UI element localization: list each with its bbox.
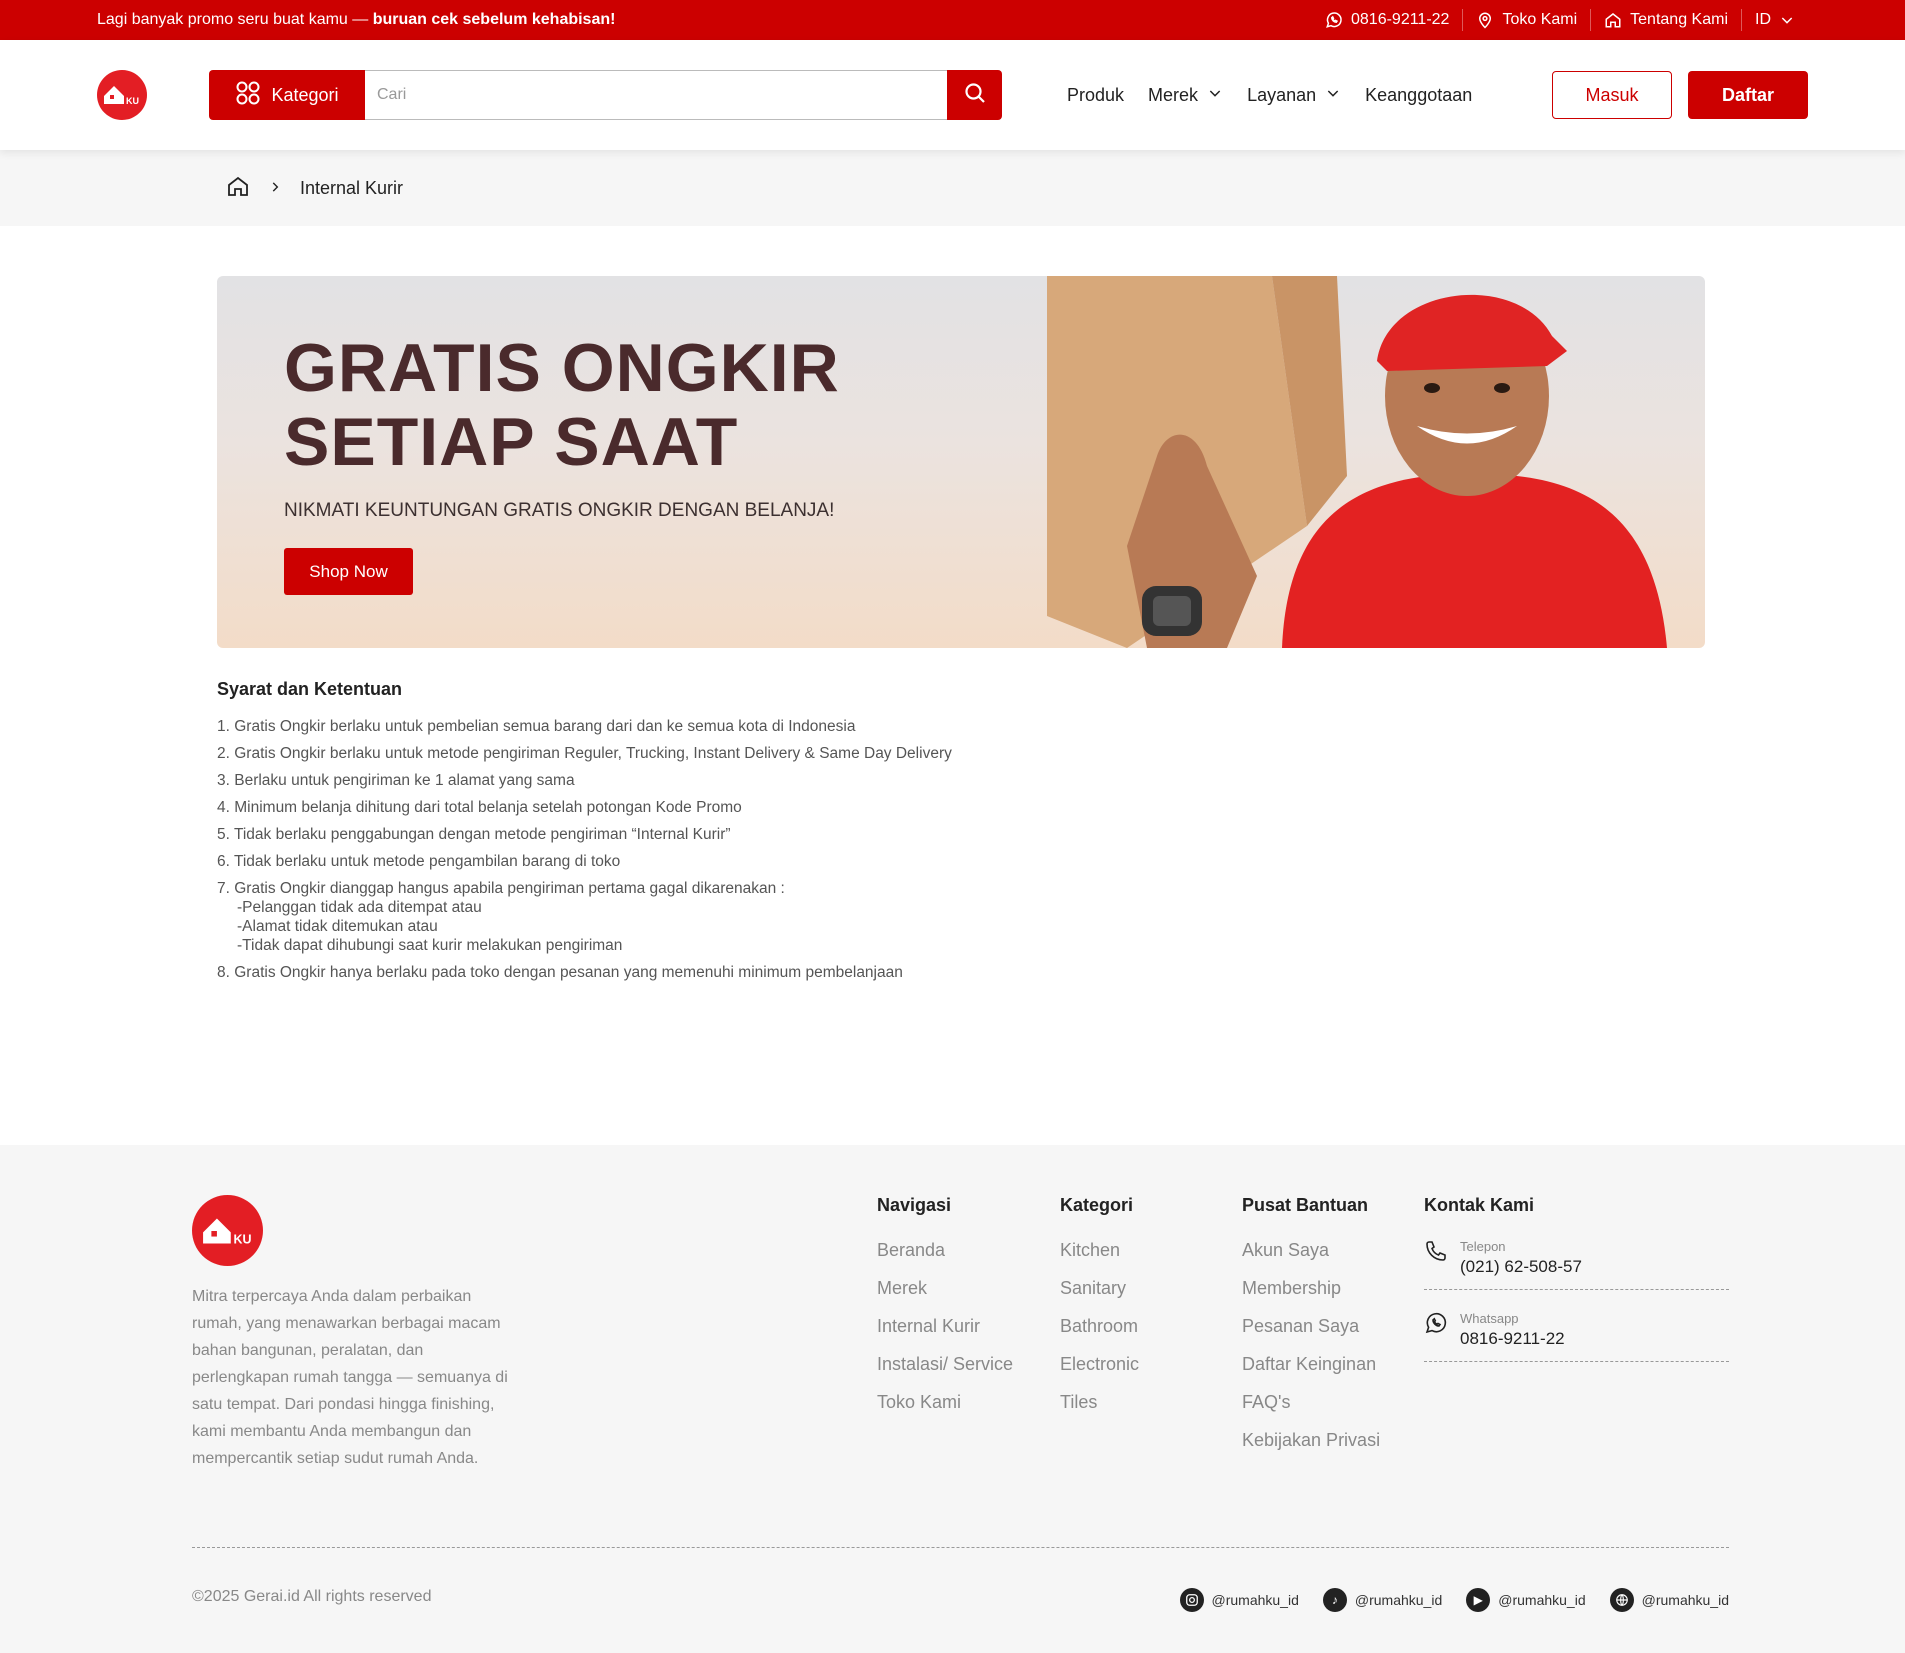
footer-link[interactable]: Beranda [877, 1239, 1013, 1261]
whatsapp-icon [1325, 11, 1343, 29]
list-item: 7. Gratis Ongkir dianggap hangus apabila… [217, 880, 1317, 955]
sub-item: -Alamat tidak ditemukan atau [237, 918, 438, 935]
breadcrumb-current: Internal Kurir [300, 177, 404, 198]
phone-link[interactable]: 0816-9211-22 [1312, 9, 1462, 31]
search-icon [963, 81, 987, 110]
home-icon [1604, 11, 1622, 29]
location-pin-icon [1476, 11, 1494, 29]
list-item: 4. Minimum belanja dihitung dari total b… [217, 799, 742, 816]
whatsapp-icon [1424, 1311, 1448, 1349]
about-link[interactable]: Tentang Kami [1590, 9, 1741, 31]
footer-nav-column: Navigasi Beranda Merek Internal Kurir In… [877, 1195, 1014, 1413]
social-links: @rumahku_id ♪ @rumahku_id ▶ @rumahku_id @r… [1179, 1588, 1729, 1612]
chevron-right-icon [268, 178, 282, 199]
social-instagram[interactable]: @rumahku_id [1179, 1588, 1299, 1612]
social-website[interactable]: @rumahku_id [1609, 1588, 1729, 1612]
footer-link[interactable]: Akun Saya [1242, 1239, 1380, 1261]
nav-item-layanan[interactable]: Layanan [1247, 85, 1341, 106]
category-button[interactable]: Kategori [209, 70, 365, 120]
tiktok-icon: ♪ [1322, 1588, 1347, 1612]
footer: KU Mitra terpercaya Anda dalam perbaikan… [0, 1145, 1905, 1653]
footer-link[interactable]: Pesanan Saya [1242, 1315, 1380, 1337]
shop-now-button[interactable]: Shop Now [284, 548, 413, 595]
terms-list: 1. Gratis Ongkir berlaku untuk pembelian… [217, 718, 1317, 982]
footer-link[interactable]: Tiles [1060, 1391, 1139, 1413]
terms-heading: Syarat dan Ketentuan [217, 679, 403, 699]
nav-item-merek[interactable]: Merek [1148, 85, 1223, 106]
grid-icon [235, 80, 261, 111]
terms-section: Syarat dan Ketentuan 1. Gratis Ongkir be… [217, 679, 1317, 991]
chevron-down-icon [1207, 85, 1223, 106]
list-item: 2. Gratis Ongkir berlaku untuk metode pe… [217, 745, 952, 762]
svg-text:KU: KU [126, 96, 139, 106]
search-button[interactable] [947, 70, 1002, 120]
footer-logo[interactable]: KU [192, 1195, 263, 1266]
list-item: 6. Tidak berlaku untuk metode pengambila… [217, 853, 621, 870]
footer-help-column: Pusat Bantuan Akun Saya Membership Pesan… [1242, 1195, 1381, 1451]
promo-bar: Lagi banyak promo seru buat kamu — burua… [0, 0, 1905, 40]
footer-link[interactable]: Kitchen [1060, 1239, 1139, 1261]
search-bar: Kategori [209, 70, 1002, 120]
copyright: ©2025 Gerai.id All rights reserved [192, 1588, 432, 1605]
globe-icon [1609, 1588, 1634, 1612]
footer-link[interactable]: Merek [877, 1277, 1013, 1299]
register-button[interactable]: Daftar [1688, 71, 1808, 119]
list-item: 1. Gratis Ongkir berlaku untuk pembelian… [217, 718, 856, 735]
social-youtube[interactable]: ▶ @rumahku_id [1466, 1588, 1586, 1612]
courier-illustration [1047, 276, 1667, 648]
contact-whatsapp[interactable]: Whatsapp 0816-9211-22 [1424, 1311, 1729, 1362]
footer-link[interactable]: FAQ's [1242, 1391, 1380, 1413]
banner-title: GRATIS ONGKIR SETIAP SAAT [284, 330, 840, 480]
banner-subtitle: NIKMATI KEUNTUNGAN GRATIS ONGKIR DENGAN … [284, 500, 835, 521]
list-item: 8. Gratis Ongkir hanya berlaku pada toko… [217, 964, 903, 981]
footer-link[interactable]: Sanitary [1060, 1277, 1139, 1299]
footer-link[interactable]: Kebijakan Privasi [1242, 1429, 1380, 1451]
instagram-icon [1179, 1588, 1204, 1612]
youtube-icon: ▶ [1466, 1588, 1491, 1612]
language-selector[interactable]: ID [1741, 9, 1808, 31]
list-item: 3. Berlaku untuk pengiriman ke 1 alamat … [217, 772, 575, 789]
list-item: 5. Tidak berlaku penggabungan dengan met… [217, 826, 731, 843]
svg-text:KU: KU [233, 1232, 251, 1246]
home-icon[interactable] [226, 174, 250, 203]
chevron-down-icon [1779, 12, 1795, 28]
sub-item: -Pelanggan tidak ada ditempat atau [237, 899, 482, 916]
footer-link[interactable]: Bathroom [1060, 1315, 1139, 1337]
promo-text: Lagi banyak promo seru buat kamu — burua… [97, 11, 616, 28]
footer-link[interactable]: Daftar Keinginan [1242, 1353, 1380, 1375]
footer-link[interactable]: Toko Kami [877, 1391, 1013, 1413]
search-input[interactable] [365, 70, 947, 120]
main-header: KU Kategori Produk Merek Layanan Keanggo… [0, 40, 1905, 150]
main-nav: Produk Merek Layanan Keanggotaan [1067, 85, 1472, 106]
contact-phone[interactable]: Telepon (021) 62-508-57 [1424, 1239, 1729, 1290]
footer-category-column: Kategori Kitchen Sanitary Bathroom Elect… [1060, 1195, 1140, 1413]
store-link[interactable]: Toko Kami [1462, 9, 1590, 31]
footer-link[interactable]: Instalasi/ Service [877, 1353, 1013, 1375]
nav-item-produk[interactable]: Produk [1067, 85, 1124, 106]
footer-link[interactable]: Internal Kurir [877, 1315, 1013, 1337]
footer-link[interactable]: Electronic [1060, 1353, 1139, 1375]
chevron-down-icon [1325, 85, 1341, 106]
breadcrumb: Internal Kurir [0, 150, 1905, 226]
sub-item: -Tidak dapat dihubungi saat kurir melaku… [237, 937, 623, 954]
promo-banner: GRATIS ONGKIR SETIAP SAAT NIKMATI KEUNTUN… [217, 276, 1705, 648]
social-tiktok[interactable]: ♪ @rumahku_id [1322, 1588, 1442, 1612]
footer-link[interactable]: Membership [1242, 1277, 1380, 1299]
nav-item-keanggotaan[interactable]: Keanggotaan [1365, 85, 1472, 106]
footer-contact-column: Kontak Kami Telepon (021) 62-508-57 Whats… [1424, 1195, 1729, 1383]
phone-icon [1424, 1239, 1448, 1277]
footer-description: Mitra terpercaya Anda dalam perbaikan ru… [192, 1288, 508, 1467]
login-button[interactable]: Masuk [1552, 71, 1672, 119]
logo[interactable]: KU [97, 70, 147, 120]
footer-divider [192, 1547, 1729, 1548]
